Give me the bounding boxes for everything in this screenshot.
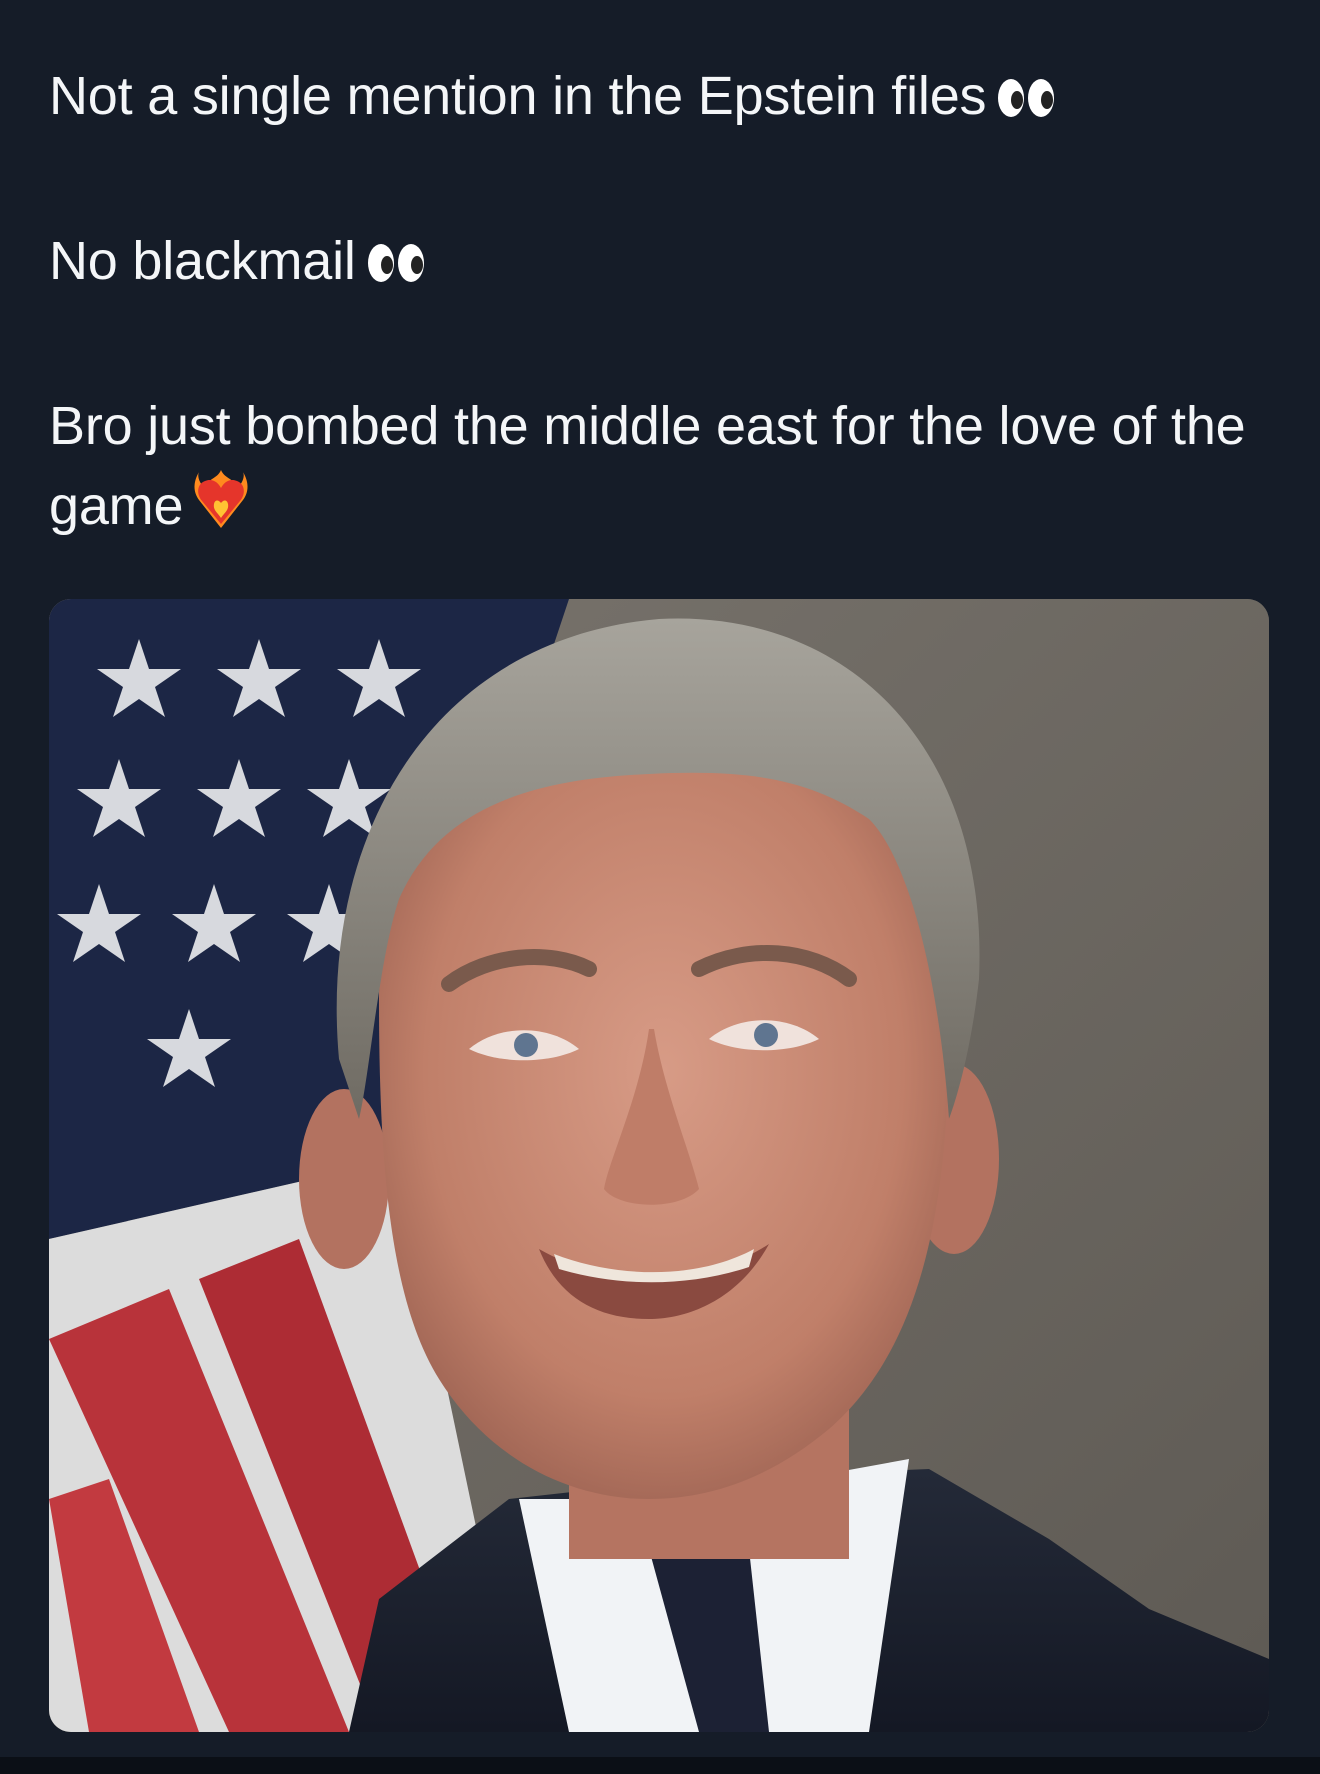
post-paragraph-1: Not a single mention in the Epstein file…	[49, 56, 1279, 142]
bottom-edge	[0, 1757, 1320, 1774]
eyes-icon	[366, 227, 426, 307]
portrait-photo	[49, 599, 1269, 1732]
post-line-text: Not a single mention in the Epstein file…	[49, 66, 987, 126]
post-image[interactable]	[49, 599, 1269, 1732]
post-line-text: No blackmail	[49, 231, 356, 291]
eyes-icon	[996, 62, 1056, 142]
post-paragraph-2: No blackmail	[49, 221, 1279, 307]
post-paragraph-3: Bro just bombed the middle east for the …	[49, 386, 1279, 552]
post-text: Not a single mention in the Epstein file…	[49, 56, 1279, 552]
post: Not a single mention in the Epstein file…	[0, 0, 1320, 1774]
heart-on-fire-icon	[193, 468, 249, 552]
